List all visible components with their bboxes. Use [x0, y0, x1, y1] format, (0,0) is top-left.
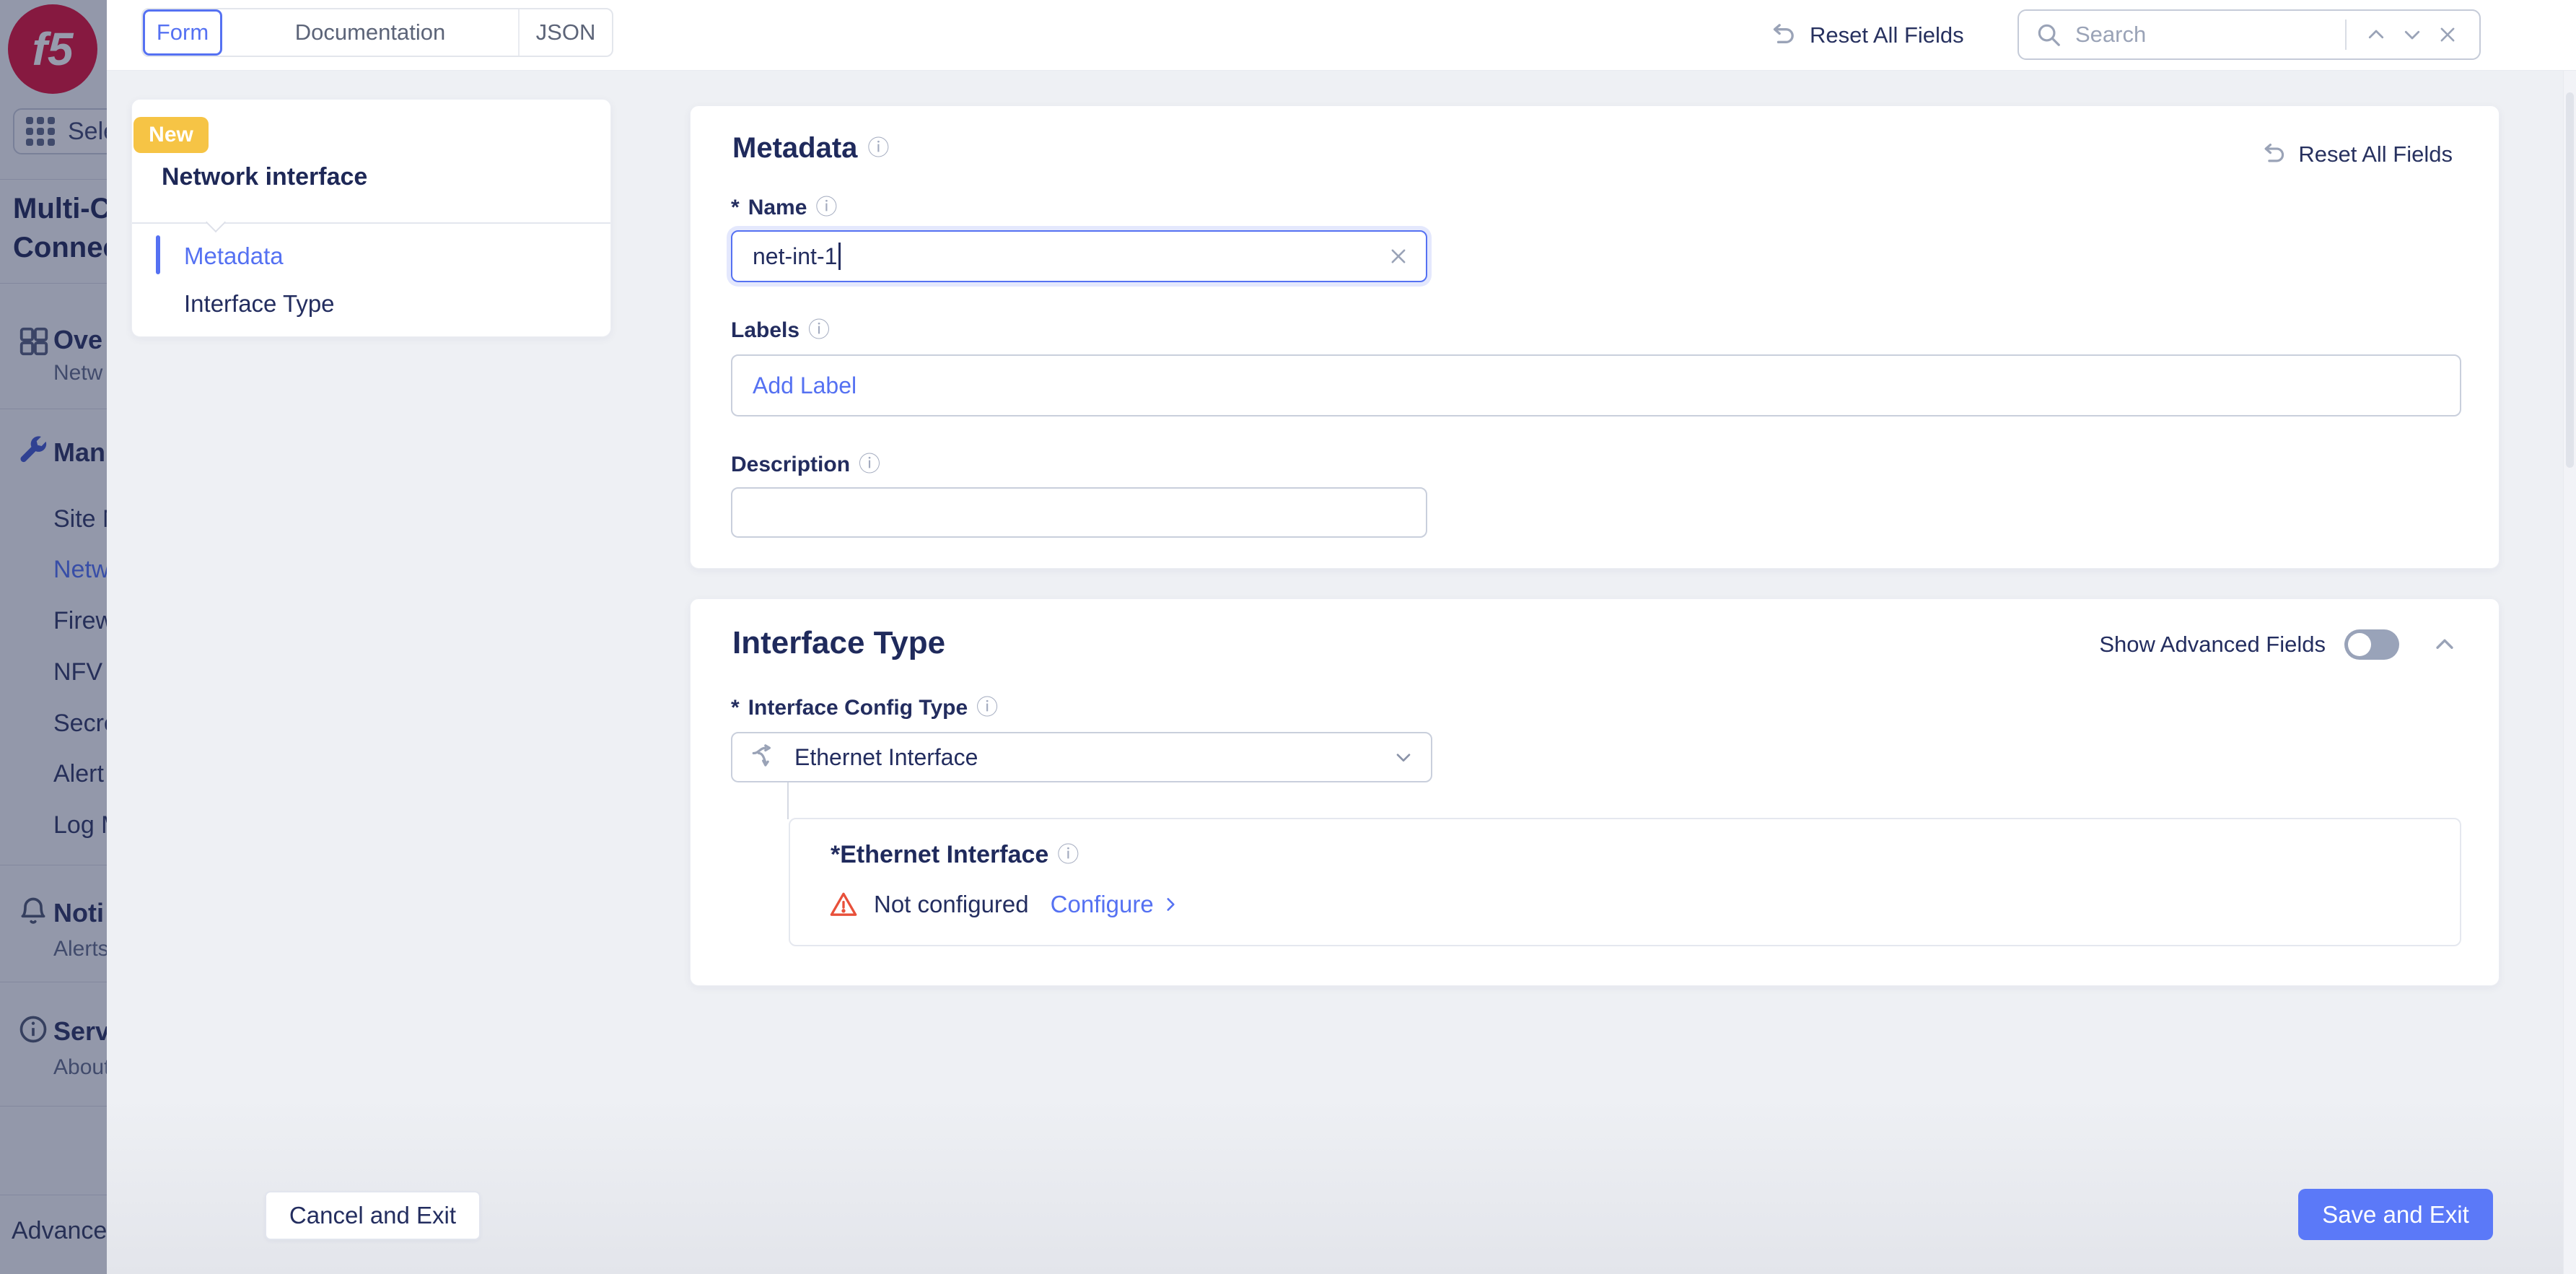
ethernet-interface-title: *Ethernet Interface ⓘ [831, 841, 1079, 869]
search-box [2018, 9, 2481, 60]
configure-link[interactable]: Configure [1051, 891, 1180, 918]
name-field-label: * Name ⓘ [731, 196, 837, 220]
search-separator [2345, 19, 2347, 50]
text-cursor [838, 243, 841, 270]
labels-container[interactable]: Add Label [731, 354, 2461, 416]
show-advanced-fields-toggle[interactable] [2344, 629, 2399, 660]
status-text: Not configured [874, 891, 1029, 918]
cancel-and-exit-button[interactable]: Cancel and Exit [265, 1191, 481, 1240]
info-icon: ⓘ [976, 697, 998, 719]
search-next-icon[interactable] [2394, 19, 2430, 50]
name-input[interactable]: net-int-1 [731, 230, 1427, 282]
nav-item-metadata[interactable]: Metadata [184, 243, 284, 270]
undo-icon [2261, 141, 2288, 168]
name-input-value: net-int-1 [753, 243, 837, 270]
search-prev-icon[interactable] [2358, 19, 2394, 50]
object-type-title: Network interface [162, 163, 367, 191]
info-icon: ⓘ [859, 454, 880, 476]
config-type-field-label: * Interface Config Type ⓘ [731, 696, 998, 720]
info-icon: ⓘ [1057, 845, 1079, 866]
search-icon [2035, 21, 2062, 48]
sidebar-dim-overlay [0, 0, 107, 1274]
info-icon: ⓘ [815, 197, 837, 219]
description-field-label: Description ⓘ [731, 453, 880, 477]
undo-icon [1769, 21, 1798, 50]
nav-item-interface-type[interactable]: Interface Type [184, 290, 335, 318]
info-icon: ⓘ [867, 138, 889, 160]
metadata-section-title: Metadata ⓘ [732, 132, 889, 165]
branch-icon [748, 741, 780, 773]
form-nav-notch [206, 212, 226, 232]
chevron-down-icon [1392, 746, 1415, 769]
show-advanced-fields-label: Show Advanced Fields [2099, 632, 2326, 658]
interface-type-section-title: Interface Type [732, 625, 945, 661]
interface-type-section: Interface Type Show Advanced Fields * In… [690, 598, 2500, 986]
form-nav-divider [132, 222, 610, 224]
sidebar: f5 Sele Multi-C Connec Ove Netw Man Site… [0, 0, 107, 1274]
clear-name-icon[interactable] [1388, 246, 1409, 266]
advanced-fields-row: Show Advanced Fields [2099, 629, 2457, 660]
save-and-exit-button[interactable]: Save and Exit [2298, 1189, 2493, 1240]
view-tabs: Form Documentation JSON [141, 8, 613, 57]
configuration-status-row: Not configured Configure [829, 890, 1180, 919]
reset-all-fields-label: Reset All Fields [1810, 22, 1964, 48]
tab-documentation[interactable]: Documentation [222, 9, 518, 56]
collapse-section-icon[interactable] [2432, 632, 2457, 657]
active-section-indicator [156, 235, 160, 274]
description-input[interactable] [731, 487, 1427, 538]
section-reset-label: Reset All Fields [2298, 141, 2453, 167]
section-reset-all-fields-button[interactable]: Reset All Fields [2261, 141, 2453, 168]
toggle-knob [2348, 633, 2371, 656]
ethernet-interface-card: *Ethernet Interface ⓘ Not configured Con… [789, 818, 2461, 946]
topbar: Form Documentation JSON Reset All Fields [107, 0, 2576, 71]
tab-form[interactable]: Form [143, 9, 222, 56]
labels-field-label: Labels ⓘ [731, 318, 830, 343]
info-icon: ⓘ [808, 320, 830, 341]
metadata-section: Metadata ⓘ Reset All Fields * Name ⓘ net… [690, 105, 2500, 569]
form-nav-panel: New Network interface Metadata Interface… [131, 99, 611, 337]
add-label-button[interactable]: Add Label [753, 372, 857, 399]
vertical-scrollbar[interactable] [2563, 71, 2576, 1274]
search-clear-icon[interactable] [2430, 20, 2465, 49]
warning-triangle-icon [829, 890, 858, 919]
new-badge: New [133, 117, 209, 153]
config-type-selected-value: Ethernet Interface [794, 744, 978, 771]
reset-all-fields-button[interactable]: Reset All Fields [1769, 0, 1964, 71]
scrollbar-thumb[interactable] [2566, 92, 2574, 468]
nesting-connector-line [787, 782, 789, 819]
config-type-select[interactable]: Ethernet Interface [731, 732, 1432, 782]
tab-json[interactable]: JSON [518, 9, 612, 56]
search-input[interactable] [2075, 22, 2334, 48]
